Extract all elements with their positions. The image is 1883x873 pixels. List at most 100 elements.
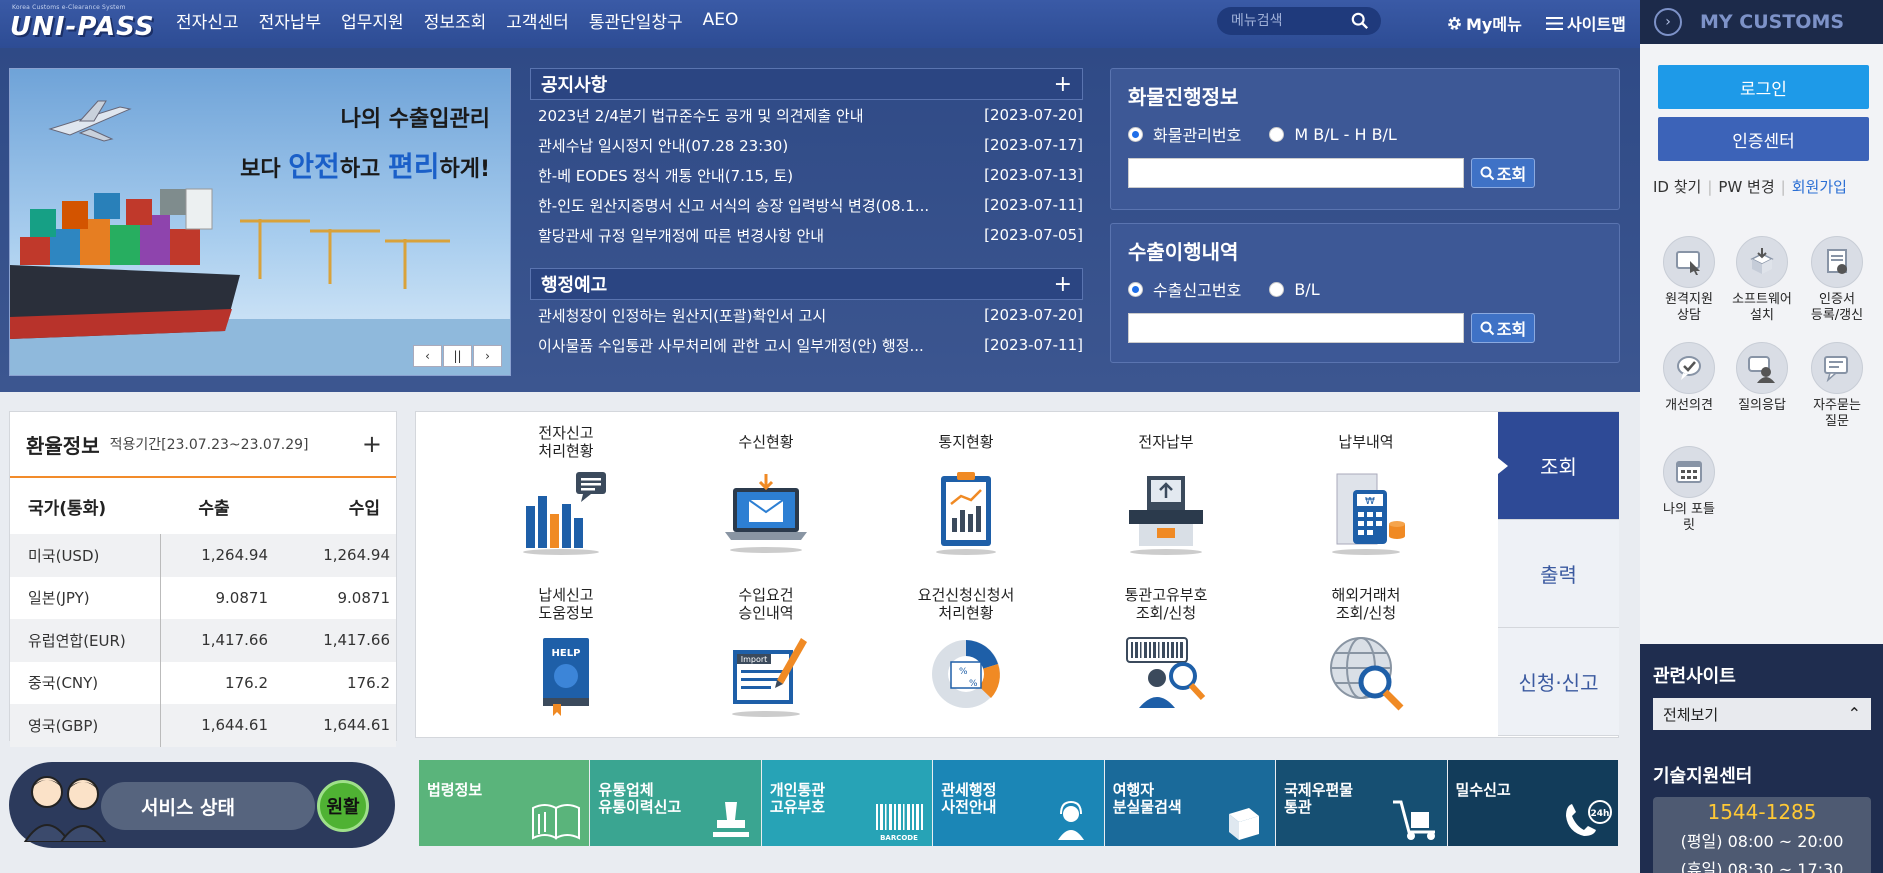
- luggage-icon: [1229, 808, 1260, 840]
- quick-link-laws[interactable]: 법령정보: [419, 760, 590, 846]
- admin-notice-item[interactable]: 이사물품 수입통관 사무처리에 관한 고시 일부개정(안) 행정... [2023…: [530, 330, 1083, 360]
- sitemap-button[interactable]: 사이트맵: [1546, 11, 1626, 35]
- service-e-filing-status[interactable]: 전자신고 처리현황: [476, 422, 656, 582]
- magnifier-icon: [1480, 166, 1495, 180]
- notice-item[interactable]: 한-인도 원산지증명서 신고 서식의 송장 입력방식 변경(08.1... [20…: [530, 190, 1083, 220]
- service-requirement-status[interactable]: 요건신청신청서 처리현황 % %: [876, 584, 1056, 744]
- sidebar-certificate[interactable]: 인증서 등록/갱신: [1799, 236, 1875, 324]
- sitemap-label: 사이트맵: [1567, 15, 1626, 34]
- menu-item-e-payment[interactable]: 전자납부: [259, 8, 322, 33]
- quick-links-bar: 법령정보 유통업체 유통이력신고 개인통관 고유부호 BARCODE 관세행정 …: [419, 760, 1619, 846]
- service-notice-status[interactable]: 통지현황: [876, 422, 1056, 582]
- headset-person-icon: [1057, 800, 1084, 840]
- svg-text:%: %: [959, 667, 968, 677]
- menu-item-customer-center[interactable]: 고객센터: [506, 8, 569, 33]
- search-icon[interactable]: [1351, 12, 1369, 30]
- sidebar-toggle-chevron-icon[interactable]: ›: [1654, 8, 1682, 36]
- export-search-button[interactable]: 조회: [1471, 313, 1535, 343]
- cargo-radio-mgmt-no[interactable]: 화물관리번호: [1128, 122, 1241, 146]
- exchange-title: 환율정보: [26, 433, 100, 458]
- cargo-search-button[interactable]: 조회: [1471, 158, 1535, 188]
- my-menu-button[interactable]: My메뉴: [1446, 11, 1522, 35]
- service-e-payment[interactable]: 전자납부: [1076, 422, 1256, 582]
- export-radio-decl-no[interactable]: 수출신고번호: [1128, 277, 1241, 301]
- tab-print[interactable]: 출력: [1498, 520, 1619, 628]
- certificate-center-button[interactable]: 인증센터: [1658, 117, 1869, 161]
- phone-24h-icon: 24h: [1565, 800, 1612, 836]
- tech-support-title: 기술지원센터: [1653, 766, 1753, 787]
- logo-text: UNI-PASS: [10, 12, 155, 42]
- barcode-person-icon: [1126, 637, 1206, 708]
- banner-next-button[interactable]: ›: [473, 345, 502, 367]
- admin-notice-more-button[interactable]: +: [1054, 272, 1072, 297]
- col-header-import: 수입: [348, 498, 380, 519]
- table-row: 중국(CNY) 176.2 176.2: [10, 661, 396, 704]
- admin-notice-title: 행정예고: [541, 275, 608, 296]
- my-menu-label: My메뉴: [1466, 15, 1522, 34]
- menu-search-input[interactable]: [1231, 11, 1349, 31]
- quick-link-personal-code[interactable]: 개인통관 고유부호 BARCODE: [761, 760, 933, 846]
- notice-title: 공지사항: [541, 75, 608, 96]
- sidebar-header: › MY CUSTOMS: [1640, 0, 1883, 44]
- service-overseas-partner[interactable]: 해외거래처 조회/신청: [1276, 584, 1456, 744]
- sidebar-software-install[interactable]: 소프트웨어 설치: [1724, 236, 1800, 324]
- globe-search-icon: [1330, 637, 1404, 711]
- staff-figures-icon: [23, 776, 107, 842]
- quick-link-smuggling-report[interactable]: 밀수신고 24h: [1447, 760, 1618, 846]
- sidebar-suggestion[interactable]: 개선의견: [1651, 342, 1727, 414]
- sidebar-qna[interactable]: 질의응답: [1724, 342, 1800, 414]
- services-grid: 전자신고 처리현황 수신현황 통지현황 전자납부 납부내역 ₩ 납세신고 도움정…: [415, 411, 1619, 738]
- exchange-rate-panel: 환율정보 적용기간[23.07.23~23.07.29] + 국가(통화) 수출…: [9, 411, 397, 747]
- table-row: 영국(GBP) 1,644.61 1,644.61: [10, 704, 396, 747]
- top-navigation-bar: Korea Customs e-Clearance System UNI-PAS…: [0, 0, 1640, 48]
- login-button[interactable]: 로그인: [1658, 65, 1869, 109]
- tab-application[interactable]: 신청·신고: [1498, 628, 1619, 736]
- cargo-radio-bl[interactable]: M B/L - H B/L: [1269, 125, 1397, 144]
- export-radio-bl[interactable]: B/L: [1269, 280, 1320, 299]
- account-links: ID 찾기 | PW 변경 | 회원가입: [1653, 178, 1847, 196]
- cargo-number-input[interactable]: [1128, 158, 1464, 188]
- banner-prev-button[interactable]: ‹: [413, 345, 442, 367]
- join-link[interactable]: 회원가입: [1792, 178, 1847, 196]
- quick-link-intl-mail[interactable]: 국제우편물 통관: [1276, 760, 1447, 846]
- pw-change-link[interactable]: PW 변경: [1718, 178, 1774, 196]
- notice-header: 공지사항 +: [530, 68, 1083, 100]
- banner-subheadline: 보다 안전하고 편리하게!: [240, 150, 490, 183]
- export-number-input[interactable]: [1128, 313, 1464, 343]
- menu-item-single-window[interactable]: 통관단일창구: [589, 8, 683, 33]
- quick-link-distribution[interactable]: 유통업체 유통이력신고: [590, 760, 761, 846]
- exchange-more-button[interactable]: +: [362, 430, 382, 458]
- admin-notice-board: 행정예고 + 관세청장이 인정하는 원산지(포괄)확인서 고시 [2023-07-…: [530, 268, 1083, 360]
- main-banner[interactable]: 나의 수출입관리 보다 안전하고 편리하게! ‹ || ›: [9, 68, 511, 376]
- find-id-link[interactable]: ID 찾기: [1653, 178, 1701, 196]
- sidebar-faq[interactable]: 자주묻는 질문: [1799, 342, 1875, 430]
- related-sites-select[interactable]: 전체보기 ⌃: [1653, 698, 1871, 730]
- chevron-up-icon: ⌃: [1847, 704, 1861, 723]
- menu-item-info-inquiry[interactable]: 정보조회: [424, 8, 487, 33]
- notice-item[interactable]: 2023년 2/4분기 법규준수도 공개 및 의견제출 안내 [2023-07-2…: [530, 100, 1083, 130]
- notice-item[interactable]: 한-베 EODES 정식 개통 안내(7.15, 토) [2023-07-13]: [530, 160, 1083, 190]
- sidebar-my-portlet[interactable]: 나의 포틀 릿: [1651, 446, 1727, 534]
- service-reception-status[interactable]: 수신현황: [676, 422, 856, 582]
- service-payment-history[interactable]: 납부내역 ₩: [1276, 422, 1456, 582]
- admin-notice-item[interactable]: 관세청장이 인정하는 원산지(포괄)확인서 고시 [2023-07-20]: [530, 300, 1083, 330]
- admin-notice-header: 행정예고 +: [530, 268, 1083, 300]
- notice-more-button[interactable]: +: [1054, 72, 1072, 97]
- svg-text:%: %: [969, 679, 978, 689]
- service-import-approval[interactable]: 수입요건 승인내역 Import: [676, 584, 856, 744]
- notice-item[interactable]: 할당관세 규정 일부개정에 따른 변경사항 안내 [2023-07-05]: [530, 220, 1083, 250]
- tab-inquiry[interactable]: 조회: [1498, 412, 1619, 520]
- uni-pass-logo[interactable]: Korea Customs e-Clearance System UNI-PAS…: [10, 4, 154, 44]
- service-tax-return-help[interactable]: 납세신고 도움정보 HELP: [476, 584, 656, 744]
- cargo-tracking-panel: 화물진행정보 화물관리번호 M B/L - H B/L 조회: [1110, 68, 1620, 210]
- sidebar-remote-support[interactable]: 원격지원 상담: [1651, 236, 1727, 324]
- service-customs-code[interactable]: 통관고유부호 조회/신청: [1076, 584, 1256, 744]
- hand-truck-icon: [1392, 800, 1435, 840]
- notice-item[interactable]: 관세수납 일시정지 안내(07.28 23:30) [2023-07-17]: [530, 130, 1083, 160]
- menu-item-e-filing[interactable]: 전자신고: [176, 8, 239, 33]
- quick-link-admin-guide[interactable]: 관세행정 사전안내: [933, 760, 1104, 846]
- banner-pause-button[interactable]: ||: [443, 345, 472, 367]
- quick-link-lost-found[interactable]: 여행자 분실물검색: [1104, 760, 1276, 846]
- menu-item-aeo[interactable]: AEO: [703, 10, 739, 30]
- menu-item-work-support[interactable]: 업무지원: [341, 8, 404, 33]
